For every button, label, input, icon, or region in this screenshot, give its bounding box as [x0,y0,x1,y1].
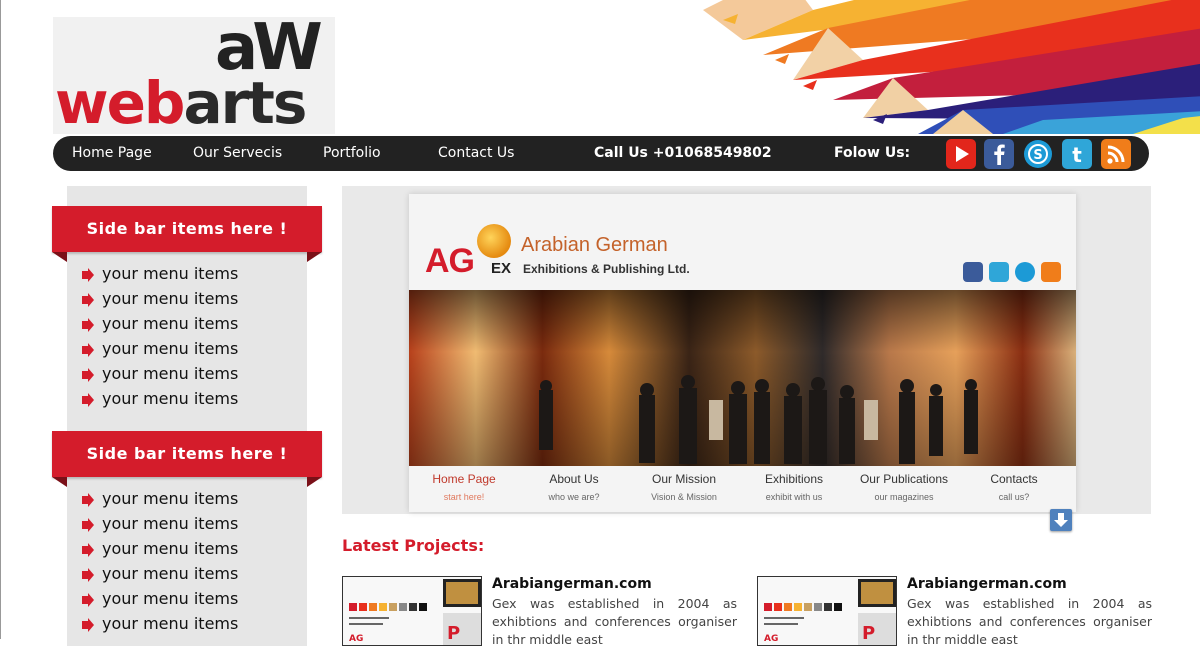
youtube-icon[interactable] [946,139,976,169]
globe-icon [477,224,511,258]
nav-portfolio[interactable]: Portfolio [323,145,381,161]
twitter-icon [989,262,1009,282]
latest-projects-heading: Latest Projects: [342,536,485,555]
scroll-down-button[interactable] [1050,509,1072,531]
sidebar-item[interactable]: your menu items [81,511,238,536]
sidebar-item[interactable]: your menu items [81,286,238,311]
sidebar-menu: your menu items your menu items your men… [81,486,238,636]
logo-wordmark: webarts [55,69,307,137]
arrow-bullet-icon [81,592,95,607]
project-description: Gex was established in 2004 as exhibtion… [492,596,737,647]
preview-company-name: Arabian German [521,234,668,256]
sidebar-item[interactable]: your menu items [81,261,238,286]
sidebar-item[interactable]: your menu items [81,486,238,511]
preview-nav-item: Exhibitions exhibit with us [764,472,824,502]
sidebar-item[interactable]: your menu items [81,536,238,561]
site-logo[interactable]: aW webarts [53,11,335,137]
arrow-bullet-icon [81,492,95,507]
arrow-bullet-icon [81,392,95,407]
project-card[interactable]: P AG Arabiangerman.com Gex was establish… [342,576,737,647]
svg-text:AG: AG [764,634,778,644]
rss-icon [1041,262,1061,282]
sidebar-item[interactable]: your menu items [81,336,238,361]
nav-contact[interactable]: Contact Us [438,145,514,161]
rss-icon[interactable] [1101,139,1131,169]
arrow-bullet-icon [81,542,95,557]
sidebar-item[interactable]: your menu items [81,586,238,611]
preview-nav-item: Contacts call us? [990,472,1038,502]
preview-nav-item: About Us who we are? [548,472,600,502]
facebook-icon[interactable] [984,139,1014,169]
sidebar-item[interactable]: your menu items [81,386,238,411]
preview-nav-item: Home Page start here! [432,472,496,502]
project-card[interactable]: P AG Arabiangerman.com Gex was establish… [757,576,1152,647]
arrow-bullet-icon [81,517,95,532]
arrow-down-icon [1054,513,1068,527]
arrow-bullet-icon [81,317,95,332]
sidebar-item[interactable]: your menu items [81,561,238,586]
preview-company-subtitle: Exhibitions & Publishing Ltd. [523,262,690,276]
exhibition-crowd [539,375,978,464]
arrow-bullet-icon [81,292,95,307]
arrow-bullet-icon [81,567,95,582]
pencils-banner [663,0,1200,134]
nav-services[interactable]: Our Servecis [193,145,282,161]
arrow-bullet-icon [81,367,95,382]
svg-text:S: S [1033,148,1042,163]
project-title[interactable]: Arabiangerman.com [907,576,1067,592]
project-title[interactable]: Arabiangerman.com [492,576,652,592]
project-thumbnail[interactable]: P AG [342,576,482,646]
arrow-bullet-icon [81,342,95,357]
skype-icon[interactable]: S [1023,139,1053,169]
preview-nav-item: Our Publications our magazines [859,472,949,502]
twitter-icon[interactable]: t [1062,139,1092,169]
sidebar-item[interactable]: your menu items [81,311,238,336]
sidebar-item[interactable]: your menu items [81,611,238,636]
nav-home[interactable]: Home Page [72,145,152,161]
main-nav: Home Page Our Servecis Portfolio Contact… [53,136,1149,171]
svg-text:AG: AG [349,634,363,644]
project-description: Gex was established in 2004 as exhibtion… [907,596,1152,647]
sidebar-item[interactable]: your menu items [81,361,238,386]
project-thumbnail[interactable]: P AG [757,576,897,646]
sidebar-section-title: Side bar items here ! [52,206,322,262]
arrow-bullet-icon [81,617,95,632]
call-us-text: Call Us +01068549802 [594,145,772,161]
svg-text:P: P [447,623,460,644]
skype-icon [1015,262,1035,282]
svg-text:P: P [862,623,875,644]
svg-text:t: t [1072,143,1082,167]
arrow-bullet-icon [81,267,95,282]
facebook-icon [963,262,983,282]
preview-logo-ex: EX [491,260,512,277]
preview-nav-item: Our Mission Vision & Mission [651,472,717,502]
preview-logo-ag: AG [425,242,475,280]
sidebar-menu: your menu items your menu items your men… [81,261,238,411]
sidebar-section-title: Side bar items here ! [52,431,322,487]
featured-project-screenshot[interactable]: AG EX Arabian German Exhibitions & Publi… [409,194,1076,512]
follow-us-label: Folow Us: [834,145,911,161]
